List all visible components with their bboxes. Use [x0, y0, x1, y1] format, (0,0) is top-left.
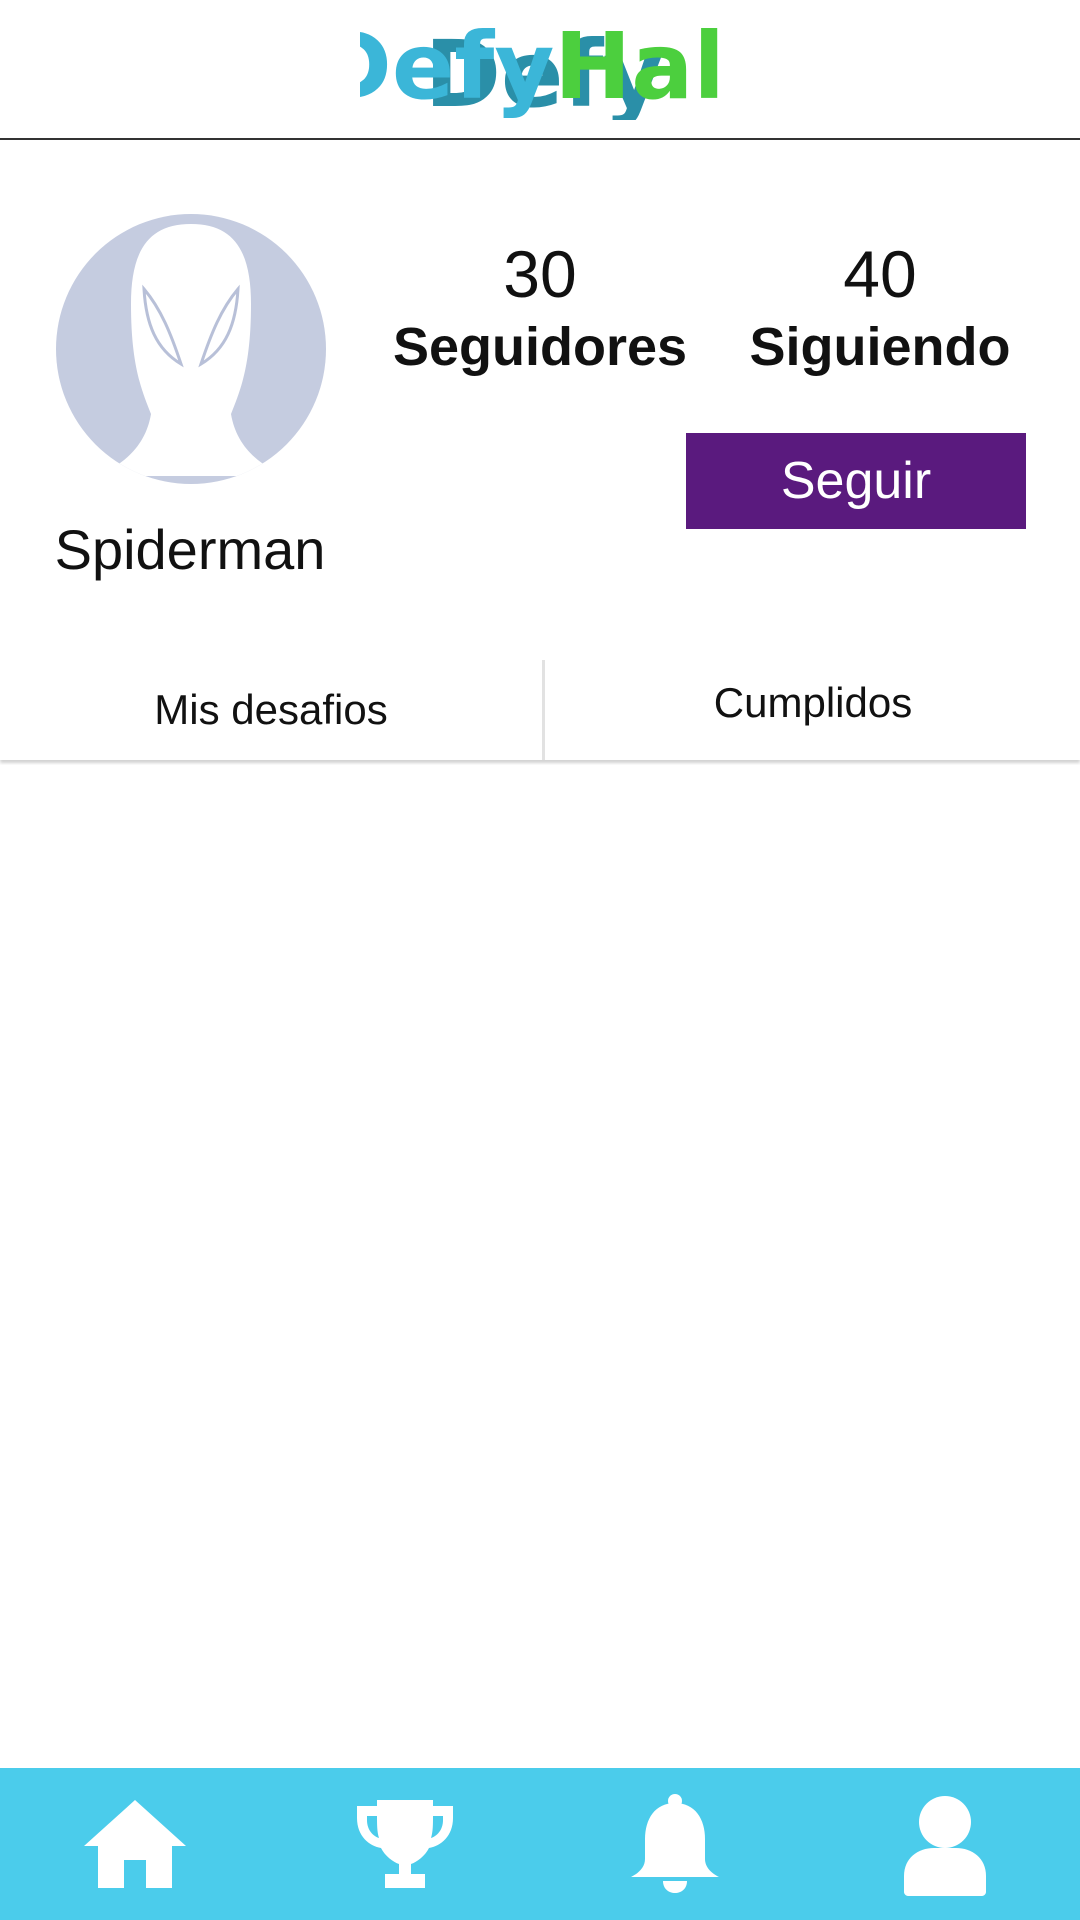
- following-count: 40: [843, 237, 917, 311]
- bell-icon: [631, 1794, 719, 1893]
- logo-text-hall-front: Hall: [554, 13, 720, 120]
- home-icon: [84, 1800, 186, 1888]
- trophy-icon: [357, 1800, 453, 1888]
- follow-button[interactable]: Seguir: [686, 433, 1026, 529]
- app-header: Defy DefyHall: [0, 0, 1080, 140]
- app-logo: Defy DefyHall: [360, 13, 720, 120]
- followers-stat[interactable]: 30 Seguidores: [390, 236, 690, 382]
- nav-profile-button[interactable]: [810, 1768, 1080, 1920]
- challenges-content: [0, 765, 1080, 1768]
- profile-avatar[interactable]: [56, 214, 326, 484]
- bottom-navigation: [0, 1768, 1080, 1920]
- nav-challenges-button[interactable]: [270, 1768, 540, 1920]
- nav-notifications-button[interactable]: [540, 1768, 810, 1920]
- following-label: Siguiendo: [749, 317, 1011, 377]
- profile-username: Spiderman: [54, 518, 326, 581]
- followers-label: Seguidores: [392, 317, 688, 377]
- tab-divider: [542, 660, 545, 760]
- user-icon: [904, 1796, 986, 1896]
- nav-home-button[interactable]: [0, 1768, 270, 1920]
- tab-my-challenges[interactable]: Mis desafios: [0, 660, 542, 760]
- following-stat[interactable]: 40 Siguiendo: [735, 236, 1025, 382]
- followers-count: 30: [503, 237, 577, 311]
- logo-text-defy-front: Defy: [360, 13, 554, 120]
- svg-text:DefyHall: DefyHall: [360, 13, 720, 120]
- tab-completed[interactable]: Cumplidos: [546, 660, 1080, 760]
- profile-tabs: Mis desafios Cumplidos: [0, 660, 1080, 760]
